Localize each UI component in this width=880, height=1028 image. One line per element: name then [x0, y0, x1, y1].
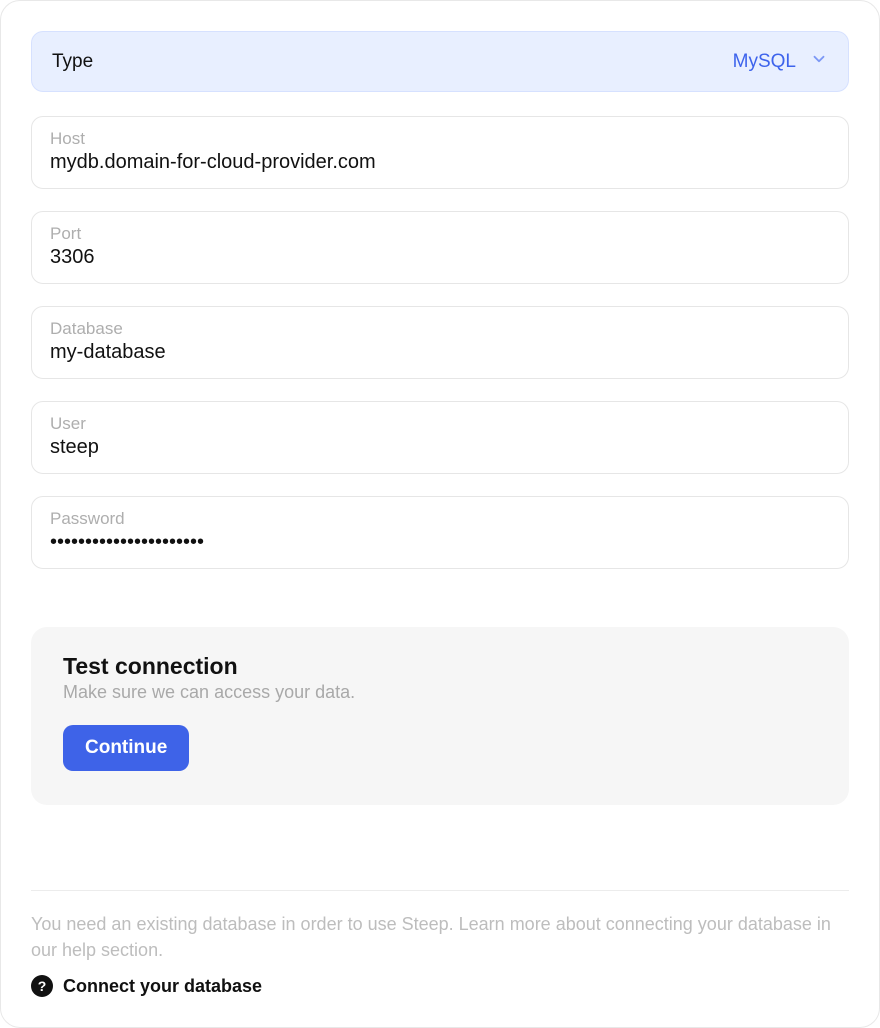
- divider: [31, 890, 849, 891]
- chevron-down-icon: [810, 50, 828, 73]
- host-input[interactable]: [50, 151, 830, 174]
- help-link-text: Connect your database: [63, 976, 262, 997]
- database-field[interactable]: Database: [31, 306, 849, 379]
- type-value-wrap: MySQL: [733, 50, 828, 73]
- test-title: Test connection: [63, 653, 817, 680]
- help-link[interactable]: ? Connect your database: [31, 975, 849, 997]
- password-label: Password: [50, 509, 830, 529]
- type-label: Type: [52, 51, 93, 73]
- help-icon: ?: [31, 975, 53, 997]
- database-label: Database: [50, 319, 830, 339]
- db-config-card: Type MySQL Host Port Database User Passw…: [0, 0, 880, 1028]
- footer-info: You need an existing database in order t…: [31, 911, 849, 963]
- user-label: User: [50, 414, 830, 434]
- port-label: Port: [50, 224, 830, 244]
- test-subtitle: Make sure we can access your data.: [63, 682, 817, 703]
- password-field[interactable]: Password: [31, 496, 849, 569]
- type-select[interactable]: Type MySQL: [31, 31, 849, 92]
- user-field[interactable]: User: [31, 401, 849, 474]
- test-connection-panel: Test connection Make sure we can access …: [31, 627, 849, 805]
- host-field[interactable]: Host: [31, 116, 849, 189]
- port-input[interactable]: [50, 246, 830, 269]
- user-input[interactable]: [50, 436, 830, 459]
- host-label: Host: [50, 129, 830, 149]
- type-value: MySQL: [733, 51, 796, 73]
- port-field[interactable]: Port: [31, 211, 849, 284]
- continue-button[interactable]: Continue: [63, 725, 189, 771]
- database-input[interactable]: [50, 341, 830, 364]
- password-input[interactable]: [50, 531, 830, 554]
